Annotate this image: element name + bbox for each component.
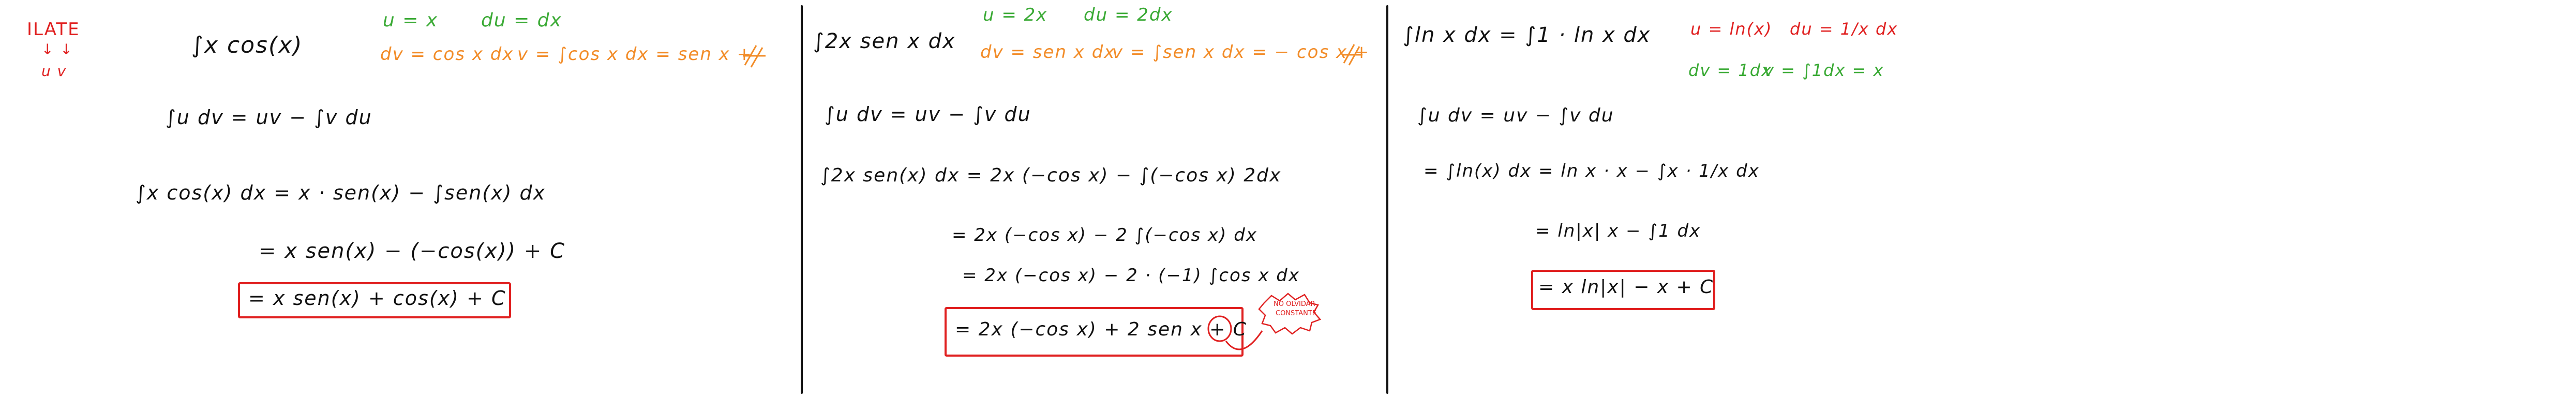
whiteboard: ILATE ↓ ↓ u v ∫x cos(x) u = x du = dx dv… [0,0,2576,399]
panel2-cancel-mark [1342,44,1362,66]
annotation-strokes [743,44,1362,350]
panel1-cancel-mark [743,45,766,68]
panel2-constant-circle [1207,315,1232,342]
panel2-reminder-burst [1258,293,1322,335]
panel2-reminder-arrow [1225,330,1263,350]
